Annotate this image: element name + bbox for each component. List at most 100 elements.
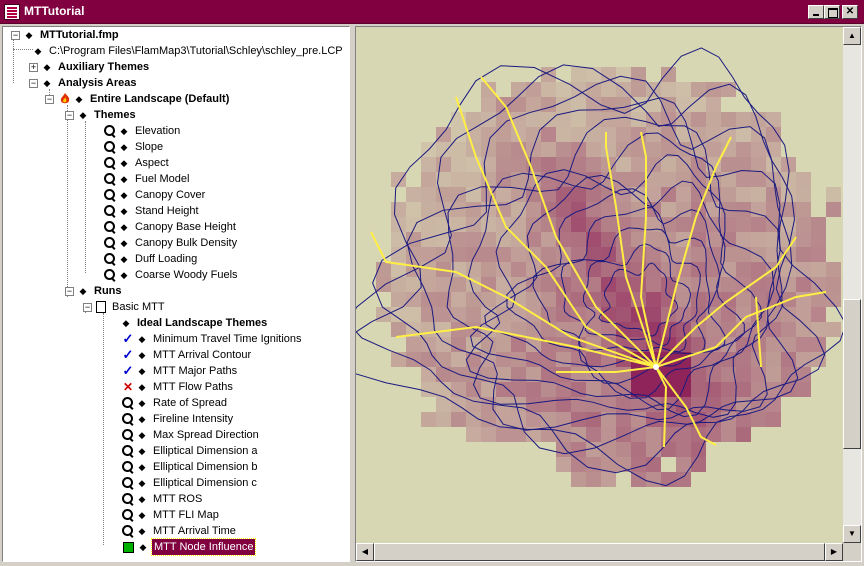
tree-node-entire-landscape[interactable]: − ◆ Entire Landscape (Default) — [45, 91, 231, 107]
tree-node-basic-mtt[interactable]: − Basic MTT — [83, 299, 167, 315]
app-icon[interactable] — [4, 4, 20, 20]
magnifier-icon[interactable] — [121, 524, 135, 538]
ideal-themes-label: Ideal Landscape Themes — [137, 317, 268, 329]
horizontal-scrollbar[interactable]: ◀ ▶ — [356, 543, 843, 561]
map-cell — [676, 382, 691, 397]
magnifier-icon[interactable] — [103, 204, 117, 218]
tree-node-theme[interactable]: ◆ Slope — [103, 139, 165, 155]
map-cell — [796, 217, 811, 232]
tree-node-output[interactable]: ◆ Max Spread Direction — [121, 427, 261, 443]
tree-node-output[interactable]: ✓ ◆ Minimum Travel Time Ignitions — [121, 331, 304, 347]
diamond-bullet-icon: ◆ — [120, 126, 128, 136]
check-icon[interactable]: ✓ — [121, 331, 135, 347]
landscape-map[interactable] — [356, 27, 843, 543]
map-cell — [676, 172, 691, 187]
tree-node-output[interactable]: ◆ Elliptical Dimension a — [121, 443, 260, 459]
magnifier-icon[interactable] — [121, 412, 135, 426]
map-cell — [586, 202, 601, 217]
magnifier-icon[interactable] — [103, 252, 117, 266]
diamond-bullet-icon: ◆ — [138, 526, 146, 536]
diamond-bullet-icon: ◆ — [120, 254, 128, 264]
magnifier-icon[interactable] — [103, 236, 117, 250]
vertical-scrollbar[interactable]: ▲ ▼ — [843, 27, 861, 543]
map-cell — [436, 187, 451, 202]
magnifier-icon[interactable] — [121, 396, 135, 410]
green-square-icon[interactable] — [123, 541, 134, 553]
tree-node-theme[interactable]: ◆ Canopy Base Height — [103, 219, 238, 235]
tree-node-theme[interactable]: ◆ Aspect — [103, 155, 171, 171]
map-cell — [826, 262, 841, 277]
tree-node-output[interactable]: ◆ MTT FLI Map — [121, 507, 221, 523]
tree-node-output[interactable]: ✕ ◆ MTT Flow Paths — [121, 379, 235, 395]
landscape-file-label: C:\Program Files\FlamMap3\Tutorial\Schle… — [49, 45, 343, 57]
magnifier-icon[interactable] — [103, 188, 117, 202]
tree-node-analysis-areas[interactable]: − ◆ Analysis Areas — [29, 75, 138, 91]
magnifier-icon[interactable] — [103, 220, 117, 234]
scroll-down-button[interactable]: ▼ — [843, 525, 861, 543]
project-label: MTTutorial.fmp — [40, 29, 119, 41]
magnifier-icon[interactable] — [103, 124, 117, 138]
tree-node-theme[interactable]: ◆ Stand Height — [103, 203, 201, 219]
map-cell — [601, 127, 616, 142]
magnifier-icon[interactable] — [121, 492, 135, 506]
tree-node-output[interactable]: ✓ ◆ MTT Arrival Contour — [121, 347, 253, 363]
map-cell — [421, 412, 436, 427]
tree-node-output[interactable]: ◆ Elliptical Dimension c — [121, 475, 259, 491]
map-cell — [601, 277, 616, 292]
magnifier-icon[interactable] — [121, 508, 135, 522]
x-icon[interactable]: ✕ — [121, 379, 135, 395]
magnifier-icon[interactable] — [121, 476, 135, 490]
minimize-button[interactable] — [808, 5, 824, 19]
tree-node-auxiliary-themes[interactable]: + ◆ Auxiliary Themes — [29, 59, 151, 75]
collapse-icon[interactable]: − — [65, 286, 74, 296]
tree-node-theme[interactable]: ◆ Duff Loading — [103, 251, 199, 267]
tree-node-output[interactable]: ✓ ◆ MTT Major Paths — [121, 363, 239, 379]
tree-node-output[interactable]: ◆ MTT Node Influence — [121, 538, 257, 556]
tree-node-output[interactable]: ◆ MTT Arrival Time — [121, 523, 238, 539]
map-cell — [406, 187, 421, 202]
magnifier-icon[interactable] — [103, 140, 117, 154]
tree-node-ideal-themes[interactable]: ◆ Ideal Landscape Themes — [121, 315, 269, 331]
tree-node-theme[interactable]: ◆ Elevation — [103, 123, 182, 139]
scroll-left-button[interactable]: ◀ — [356, 543, 374, 561]
expand-icon[interactable]: + — [29, 62, 38, 72]
collapse-icon[interactable]: − — [45, 94, 54, 104]
map-cell — [511, 82, 526, 97]
scroll-right-button[interactable]: ▶ — [825, 543, 843, 561]
collapse-icon[interactable]: − — [29, 78, 38, 88]
collapse-icon[interactable]: − — [83, 302, 92, 312]
tree-node-theme[interactable]: ◆ Fuel Model — [103, 171, 191, 187]
tree-node-project[interactable]: − ◆ MTTutorial.fmp — [11, 27, 121, 43]
tree-node-output[interactable]: ◆ Rate of Spread — [121, 395, 229, 411]
check-icon[interactable]: ✓ — [121, 347, 135, 363]
magnifier-icon[interactable] — [103, 156, 117, 170]
tree-node-landscape-file[interactable]: ◆ C:\Program Files\FlamMap3\Tutorial\Sch… — [33, 43, 345, 59]
magnifier-icon[interactable] — [103, 172, 117, 186]
magnifier-icon[interactable] — [103, 268, 117, 282]
tree-node-theme[interactable]: ◆ Canopy Bulk Density — [103, 235, 239, 251]
tree-node-output[interactable]: ◆ MTT ROS — [121, 491, 204, 507]
vertical-scroll-thumb[interactable] — [843, 299, 861, 449]
tree-node-output[interactable]: ◆ Elliptical Dimension b — [121, 459, 260, 475]
collapse-icon[interactable]: − — [11, 30, 20, 40]
map-cell — [766, 412, 781, 427]
tree-node-runs[interactable]: − ◆ Runs — [65, 283, 124, 299]
close-button[interactable]: ✕ — [842, 5, 858, 19]
check-icon[interactable]: ✓ — [121, 363, 135, 379]
collapse-icon[interactable]: − — [65, 110, 74, 120]
scroll-up-button[interactable]: ▲ — [843, 27, 861, 45]
magnifier-icon[interactable] — [121, 444, 135, 458]
horizontal-scroll-thumb[interactable] — [374, 543, 825, 561]
magnifier-icon[interactable] — [121, 460, 135, 474]
tree-node-theme[interactable]: ◆ Coarse Woody Fuels — [103, 267, 240, 283]
tree-node-output[interactable]: ◆ Fireline Intensity — [121, 411, 235, 427]
map-cell — [571, 112, 586, 127]
map-cell — [796, 382, 811, 397]
map-cell — [436, 247, 451, 262]
tree-node-themes[interactable]: − ◆ Themes — [65, 107, 138, 123]
magnifier-icon[interactable] — [121, 428, 135, 442]
tree-node-theme[interactable]: ◆ Canopy Cover — [103, 187, 207, 203]
maximize-button[interactable] — [824, 5, 840, 19]
map-cell — [421, 187, 436, 202]
map-cell — [436, 157, 451, 172]
